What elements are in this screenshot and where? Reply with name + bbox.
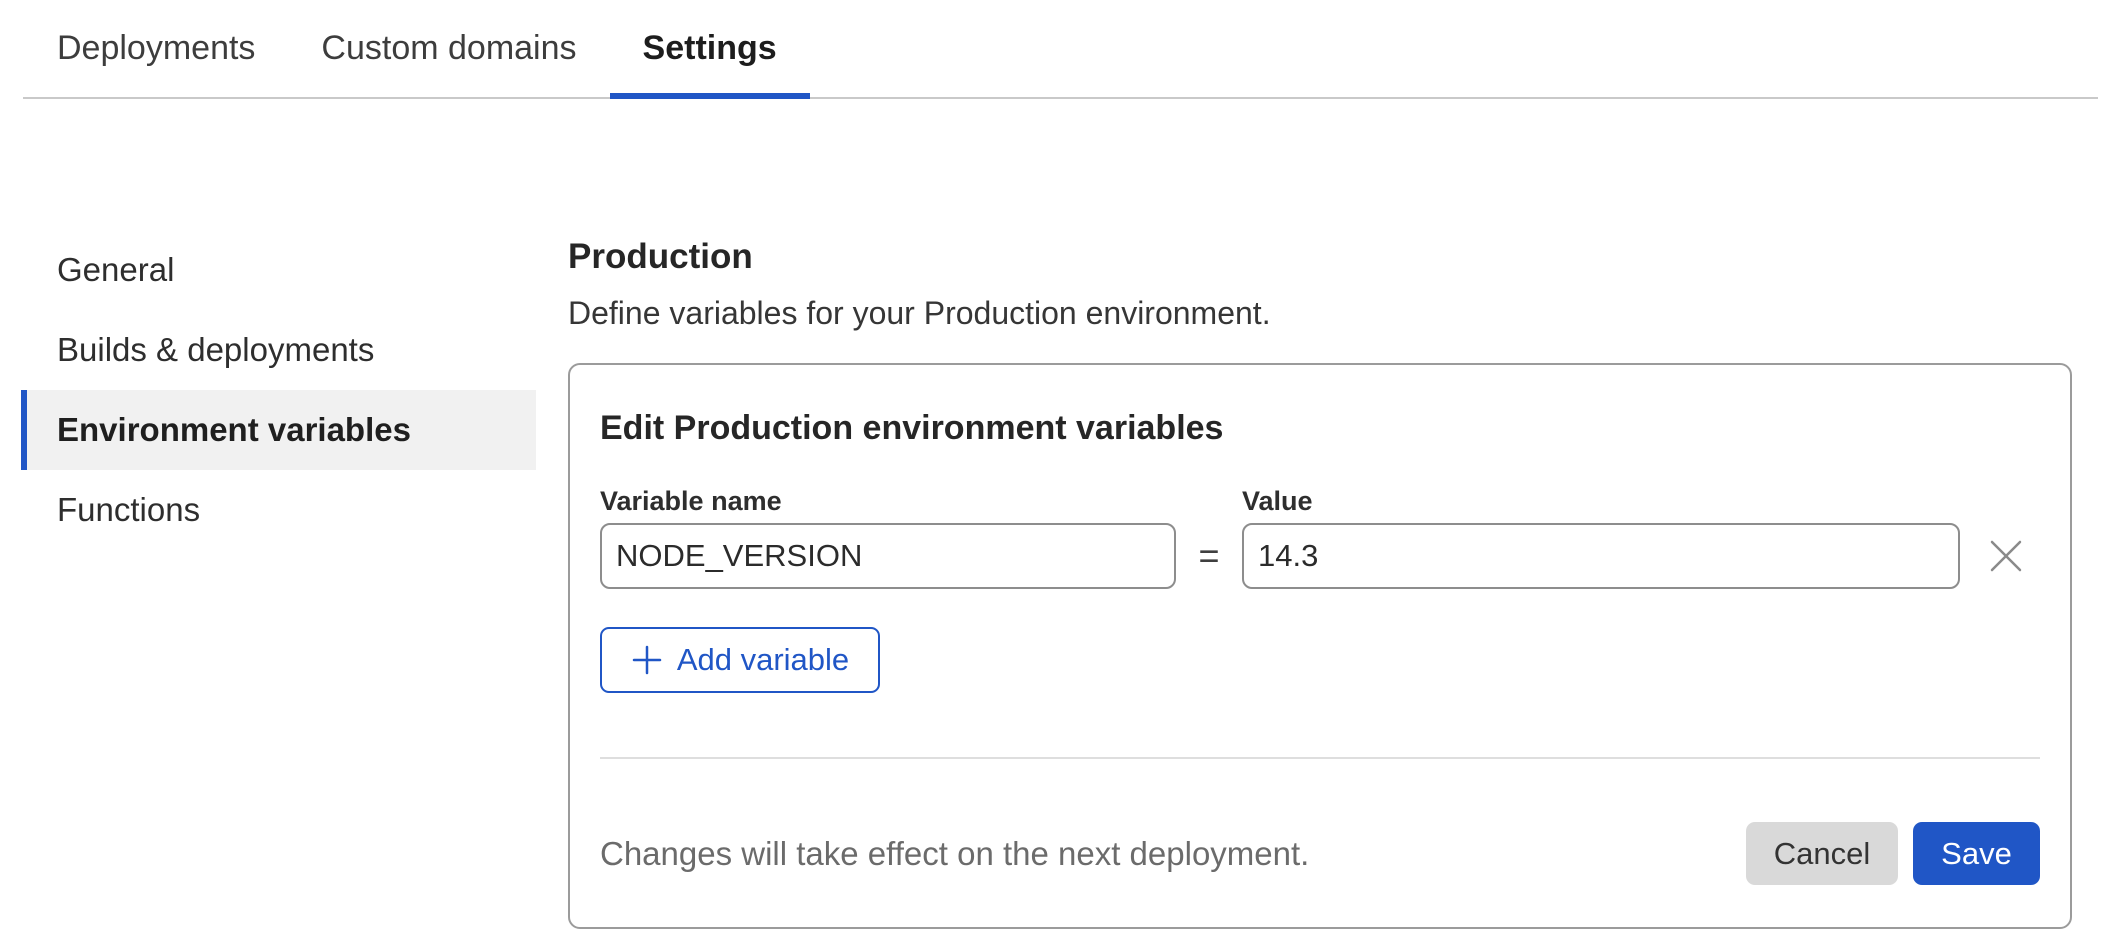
footer-actions: Cancel Save <box>1746 822 2040 885</box>
tab-bar: Deployments Custom domains Settings <box>23 0 2098 99</box>
value-input[interactable] <box>1242 523 1960 589</box>
page-title: Production <box>568 236 2072 278</box>
sidebar-item-functions[interactable]: Functions <box>21 470 536 550</box>
tab-custom-domains[interactable]: Custom domains <box>288 0 609 97</box>
page-description: Define variables for your Production env… <box>568 292 2072 334</box>
remove-variable-button[interactable] <box>1982 532 2030 580</box>
close-icon <box>1988 538 2024 574</box>
plus-icon <box>631 644 663 676</box>
tab-deployments[interactable]: Deployments <box>24 0 288 97</box>
variable-name-input[interactable] <box>600 523 1176 589</box>
main-panel: Production Define variables for your Pro… <box>568 230 2072 929</box>
labels-spacer <box>1176 487 1242 515</box>
add-variable-label: Add variable <box>677 642 849 678</box>
cancel-button[interactable]: Cancel <box>1746 822 1898 885</box>
card-footer: Changes will take effect on the next dep… <box>600 822 2040 885</box>
sidebar-item-environment-variables[interactable]: Environment variables <box>21 390 536 470</box>
settings-sidebar: General Builds & deployments Environment… <box>0 230 568 929</box>
add-variable-button[interactable]: Add variable <box>600 627 880 693</box>
field-labels-row: Variable name Value <box>600 487 2040 515</box>
card-divider <box>600 757 2040 759</box>
tab-settings[interactable]: Settings <box>610 0 810 97</box>
sidebar-item-builds-deployments[interactable]: Builds & deployments <box>21 310 536 390</box>
variable-name-label: Variable name <box>600 487 1176 515</box>
deployment-note: Changes will take effect on the next dep… <box>600 835 1309 873</box>
save-button[interactable]: Save <box>1913 822 2040 885</box>
card-title: Edit Production environment variables <box>600 407 2040 449</box>
settings-content: General Builds & deployments Environment… <box>0 230 2121 929</box>
value-label: Value <box>1242 487 1313 515</box>
sidebar-item-general[interactable]: General <box>21 230 536 310</box>
variable-row: = <box>600 523 2040 589</box>
environment-variables-card: Edit Production environment variables Va… <box>568 363 2072 929</box>
equals-sign: = <box>1176 535 1242 577</box>
